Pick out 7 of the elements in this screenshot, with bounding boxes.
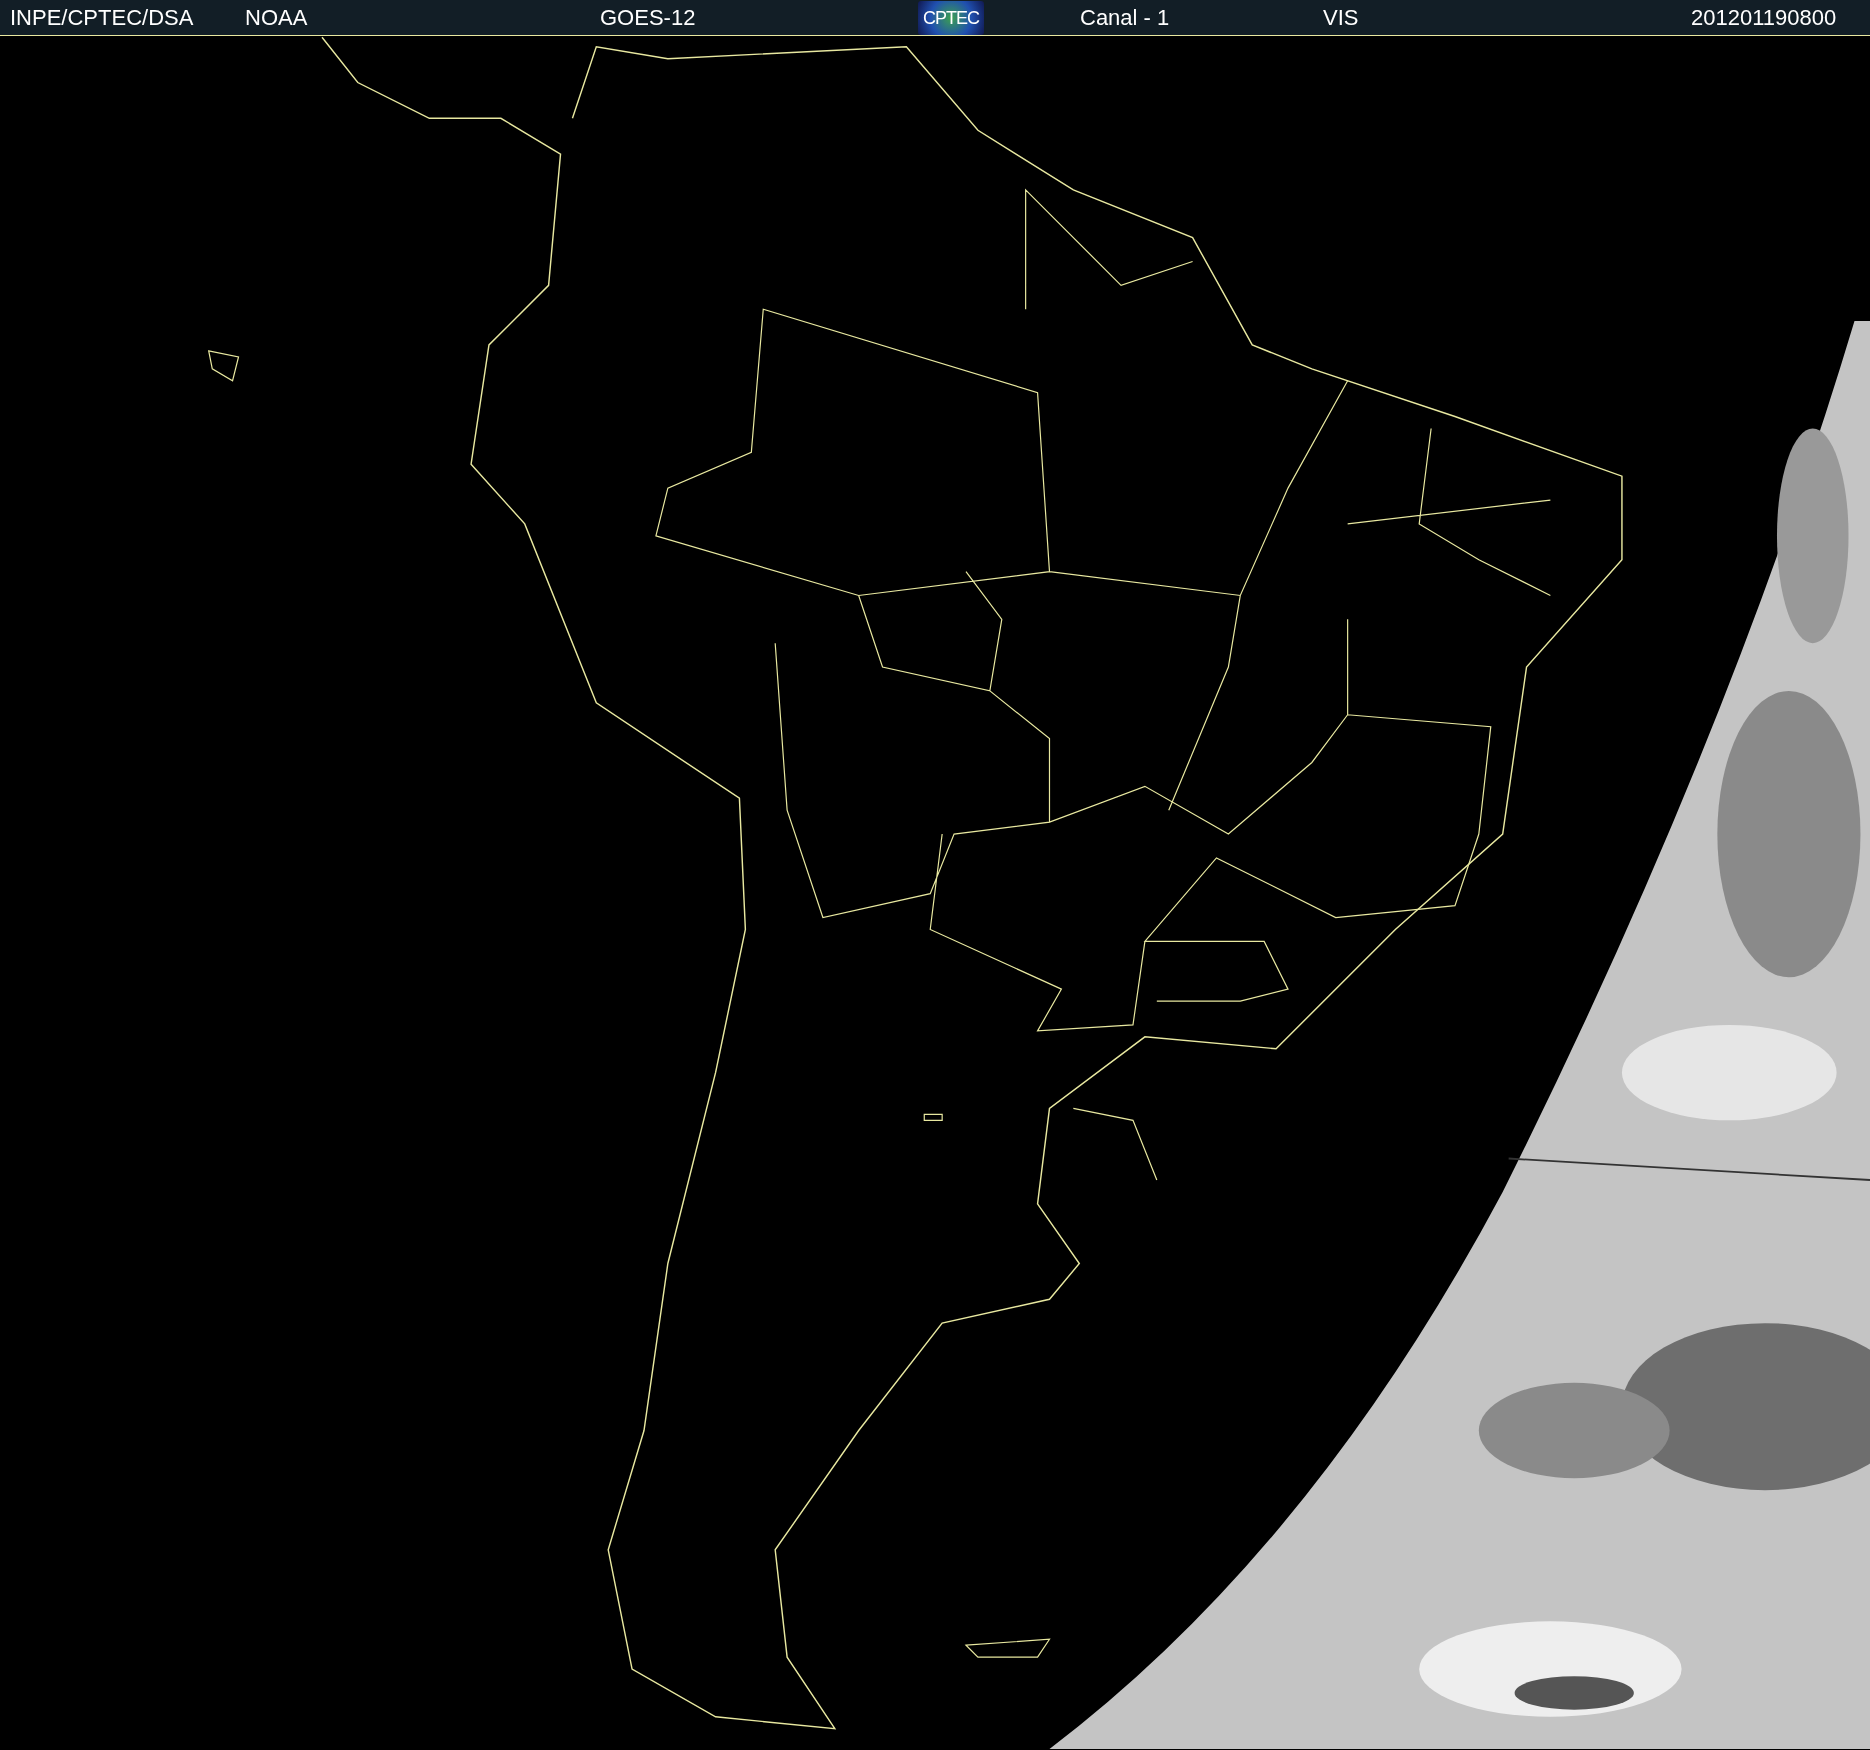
header-label: GOES-12 — [600, 5, 696, 30]
header-label: Canal - 1 — [1080, 5, 1170, 30]
header-label: NOAA — [245, 5, 308, 30]
header-label: 201201190800 — [1691, 5, 1837, 30]
header-label: VIS — [1323, 5, 1359, 30]
logo: CPTEC — [918, 1, 984, 35]
header-label: INPE/CPTEC/DSA — [10, 5, 194, 30]
